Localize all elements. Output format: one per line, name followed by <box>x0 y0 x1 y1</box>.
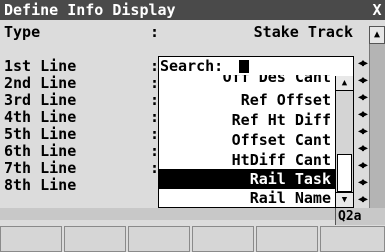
left-right-arrows-icon[interactable]: ◀▶ <box>356 175 368 191</box>
type-value[interactable]: Stake Track <box>254 22 353 42</box>
list-item-selected[interactable]: Rail Task <box>159 169 337 189</box>
softkey-f2[interactable] <box>64 226 126 252</box>
scroll-up-icon[interactable]: ▲ <box>369 26 385 44</box>
softkey-f4[interactable] <box>192 226 254 252</box>
scroll-up-icon[interactable]: ▲ <box>336 76 353 91</box>
type-label: Type <box>4 23 41 41</box>
softkey-f6[interactable] <box>320 226 385 252</box>
left-right-arrows-icon[interactable]: ◀▶ <box>356 107 368 123</box>
list-item[interactable]: Offset Cant <box>232 130 331 150</box>
softkey-f5[interactable] <box>256 226 318 252</box>
list-item[interactable]: HtDiff Cant <box>232 150 331 170</box>
scroll-thumb[interactable] <box>337 154 352 192</box>
status-bar <box>0 208 385 220</box>
line-label-8: 8th Line <box>4 176 77 191</box>
main-scrollbar[interactable] <box>369 26 385 208</box>
left-right-arrows-icon[interactable]: ◀▶ <box>356 90 368 106</box>
search-field-bg: Search: <box>159 57 334 75</box>
scroll-down-icon[interactable]: ▼ <box>336 192 353 207</box>
list-scrollbar[interactable]: ▲ ▼ <box>335 76 353 207</box>
close-icon[interactable]: X <box>369 2 385 18</box>
text-cursor <box>239 60 249 73</box>
mode-indicator: Q2a <box>335 208 385 225</box>
left-right-arrows-icon[interactable]: ◀▶ <box>356 192 368 208</box>
search-label: Search: <box>160 57 224 75</box>
softkey-f1[interactable] <box>0 226 62 252</box>
list-item[interactable]: Ref Offset <box>241 90 331 110</box>
list-item[interactable]: Rail Name <box>250 188 331 207</box>
left-right-arrows-icon[interactable]: ◀▶ <box>356 158 368 174</box>
left-right-arrows-icon[interactable]: ◀▶ <box>356 56 368 72</box>
type-colon: : <box>150 23 160 41</box>
window-title: Define Info Display <box>4 1 176 19</box>
left-right-arrows-icon[interactable]: ◀▶ <box>356 141 368 157</box>
list-item[interactable]: Ref Ht Diff <box>232 110 331 130</box>
left-right-arrows-icon[interactable]: ◀▶ <box>356 124 368 140</box>
softkey-f3[interactable] <box>128 226 190 252</box>
choice-dropdown[interactable]: Search: Off Des Cant Ref Offset Ref Ht D… <box>158 56 354 208</box>
left-right-arrows-icon[interactable]: ◀▶ <box>356 73 368 89</box>
